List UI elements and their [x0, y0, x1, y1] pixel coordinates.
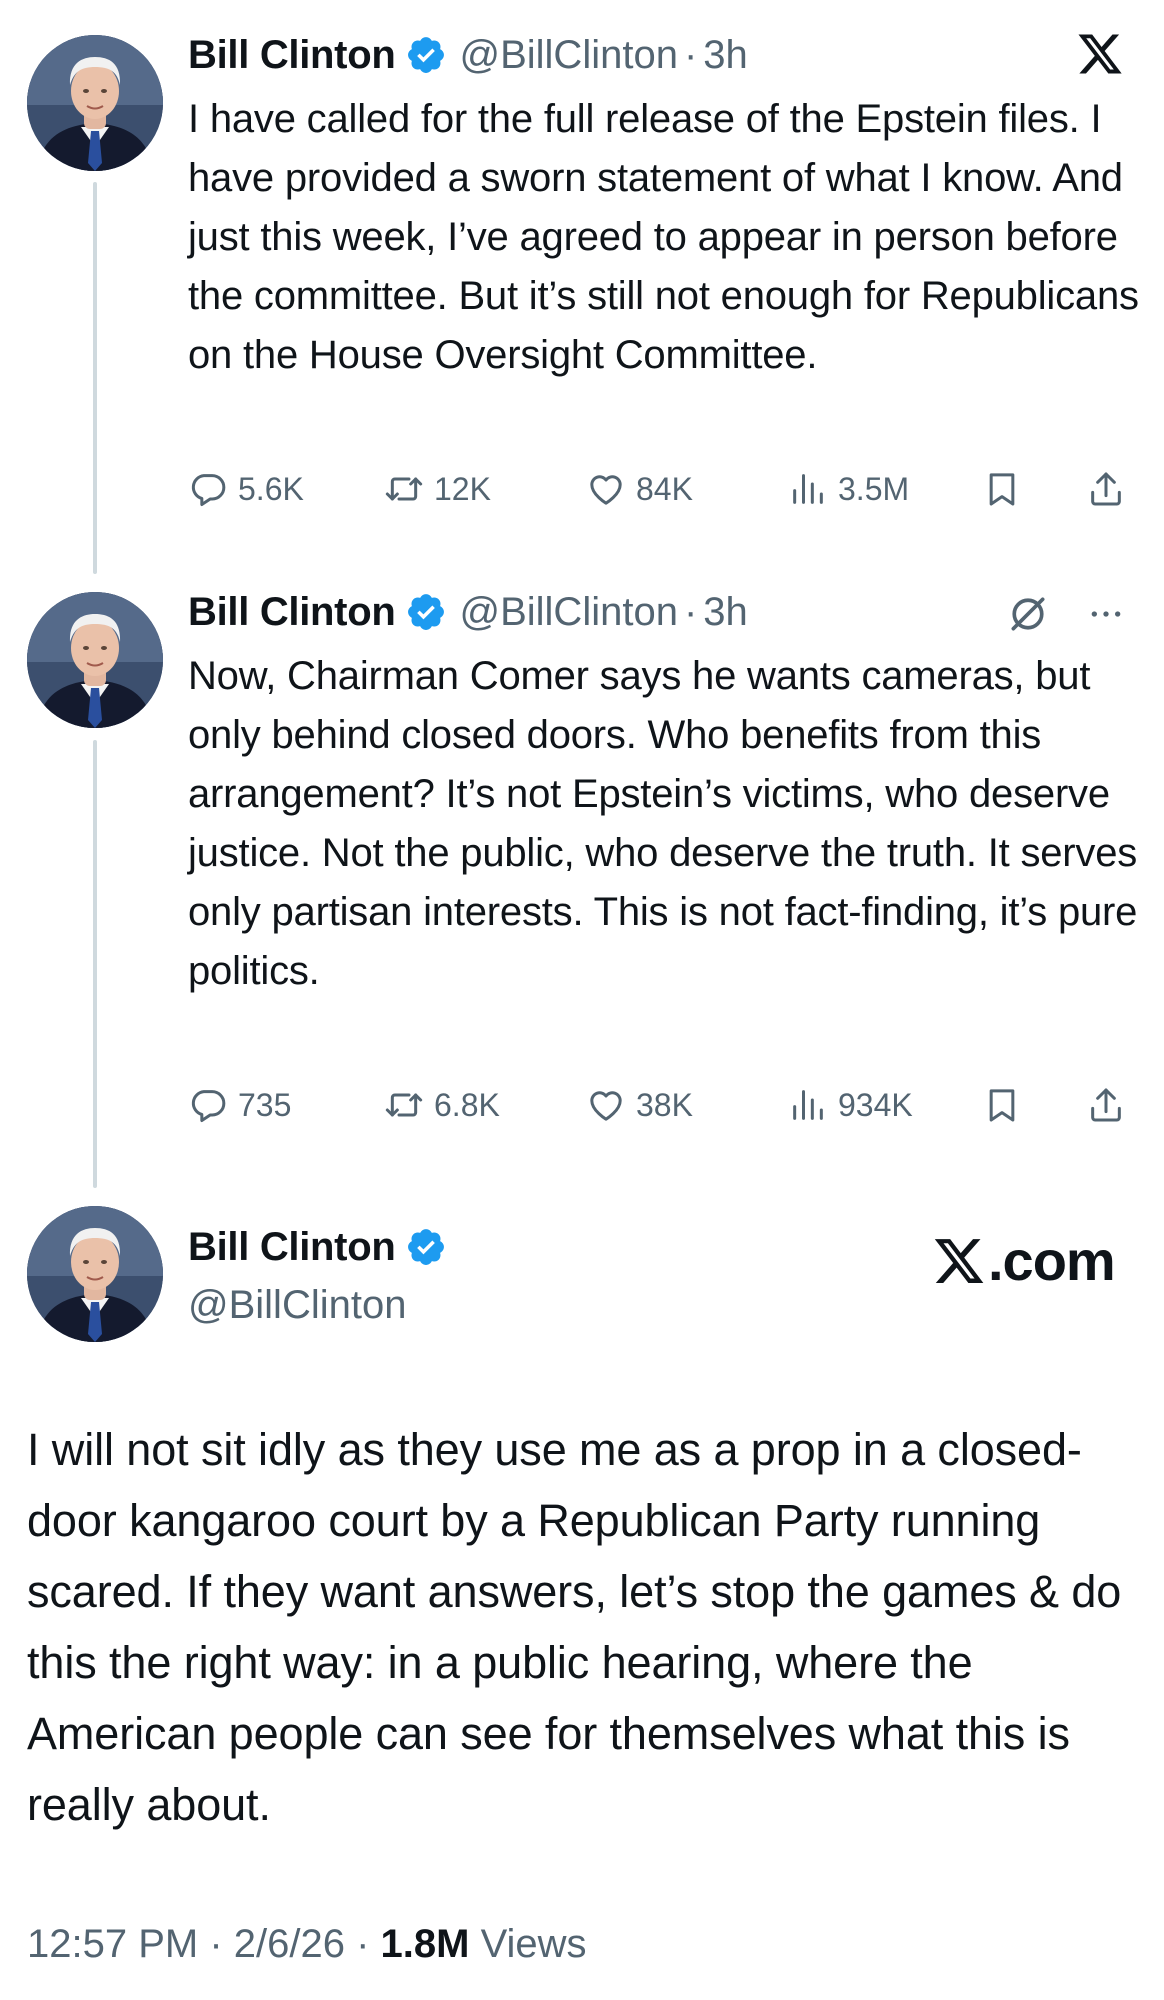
views-button[interactable]: 934K: [788, 1078, 913, 1132]
views-count: 1.8M: [380, 1922, 470, 1966]
action-bar: 5.6K 12K 84K 3.5M: [188, 462, 1148, 516]
views-label: Views: [469, 1922, 587, 1966]
heart-icon: [586, 469, 626, 509]
repost-count: 12K: [434, 470, 491, 507]
views-icon: [788, 1085, 828, 1125]
avatar[interactable]: [27, 592, 163, 728]
repost-button[interactable]: 12K: [384, 462, 491, 516]
post-timestamp[interactable]: 12:57 PM · 2/6/26 ·: [27, 1922, 381, 1966]
reply-count: 735: [238, 1086, 292, 1123]
author-handle[interactable]: @BillClinton: [188, 1283, 406, 1328]
like-button[interactable]: 84K: [586, 462, 693, 516]
reply-count: 5.6K: [238, 470, 304, 507]
more-icon[interactable]: [1086, 594, 1126, 634]
like-count: 84K: [636, 470, 693, 507]
repost-button[interactable]: 6.8K: [384, 1078, 500, 1132]
site-label: .com: [988, 1229, 1116, 1292]
avatar[interactable]: [27, 1206, 163, 1342]
reply-button[interactable]: 5.6K: [188, 462, 304, 516]
thread-connector: [93, 740, 97, 1188]
author-name[interactable]: Bill Clinton: [188, 33, 396, 78]
verified-badge-icon: [405, 591, 447, 633]
tweet-footer: 12:57 PM · 2/6/26 · 1.8M Views: [27, 1922, 587, 1967]
timestamp[interactable]: 3h: [703, 33, 748, 78]
share-icon: [1086, 469, 1126, 509]
reply-icon: [188, 469, 228, 509]
bookmark-button[interactable]: [982, 1078, 1022, 1132]
author-handle[interactable]: @BillClinton: [459, 590, 677, 635]
verified-badge-icon: [405, 1226, 447, 1268]
action-bar: 735 6.8K 38K 934K: [188, 1078, 1148, 1132]
like-count: 38K: [636, 1086, 693, 1123]
profile-photo-icon: [27, 1206, 163, 1342]
author-handle-row: @BillClinton: [188, 1278, 406, 1332]
author-name[interactable]: Bill Clinton: [188, 590, 396, 635]
heart-icon: [586, 1085, 626, 1125]
views-count: 3.5M: [838, 470, 910, 507]
bookmark-button[interactable]: [982, 462, 1022, 516]
repost-icon: [384, 1085, 424, 1125]
timestamp[interactable]: 3h: [703, 590, 748, 635]
x-com-watermark: .com: [932, 1228, 1116, 1293]
tweet-header: Bill Clinton @BillClinton · 3h: [188, 585, 748, 639]
share-icon: [1086, 1085, 1126, 1125]
views-count: 934K: [838, 1086, 913, 1123]
repost-icon: [384, 469, 424, 509]
x-logo-icon: [1076, 30, 1124, 78]
separator: ·: [683, 589, 698, 634]
bookmark-icon: [982, 469, 1022, 509]
profile-photo-icon: [27, 592, 163, 728]
thread-connector: [93, 182, 97, 574]
profile-photo-icon: [27, 35, 163, 171]
tweet-header: Bill Clinton @BillClinton · 3h: [188, 28, 748, 82]
verified-badge-icon: [405, 34, 447, 76]
avatar[interactable]: [27, 35, 163, 171]
reply-icon: [188, 1085, 228, 1125]
like-button[interactable]: 38K: [586, 1078, 693, 1132]
tweet-header: Bill Clinton: [188, 1220, 459, 1274]
author-handle[interactable]: @BillClinton: [459, 33, 677, 78]
share-button[interactable]: [1086, 462, 1126, 516]
bookmark-icon: [982, 1085, 1022, 1125]
tweet-text: I have called for the full release of th…: [188, 97, 1139, 377]
views-button[interactable]: 3.5M: [788, 462, 909, 516]
views-icon: [788, 469, 828, 509]
reply-button[interactable]: 735: [188, 1078, 291, 1132]
grok-icon[interactable]: [1006, 592, 1050, 636]
repost-count: 6.8K: [434, 1086, 500, 1123]
x-logo-icon: [932, 1234, 986, 1288]
tweet-text: Now, Chairman Comer says he wants camera…: [188, 654, 1138, 993]
separator: ·: [683, 32, 698, 77]
tweet-text: I will not sit idly as they use me as a …: [27, 1424, 1122, 1830]
author-name[interactable]: Bill Clinton: [188, 1225, 396, 1270]
share-button[interactable]: [1086, 1078, 1126, 1132]
